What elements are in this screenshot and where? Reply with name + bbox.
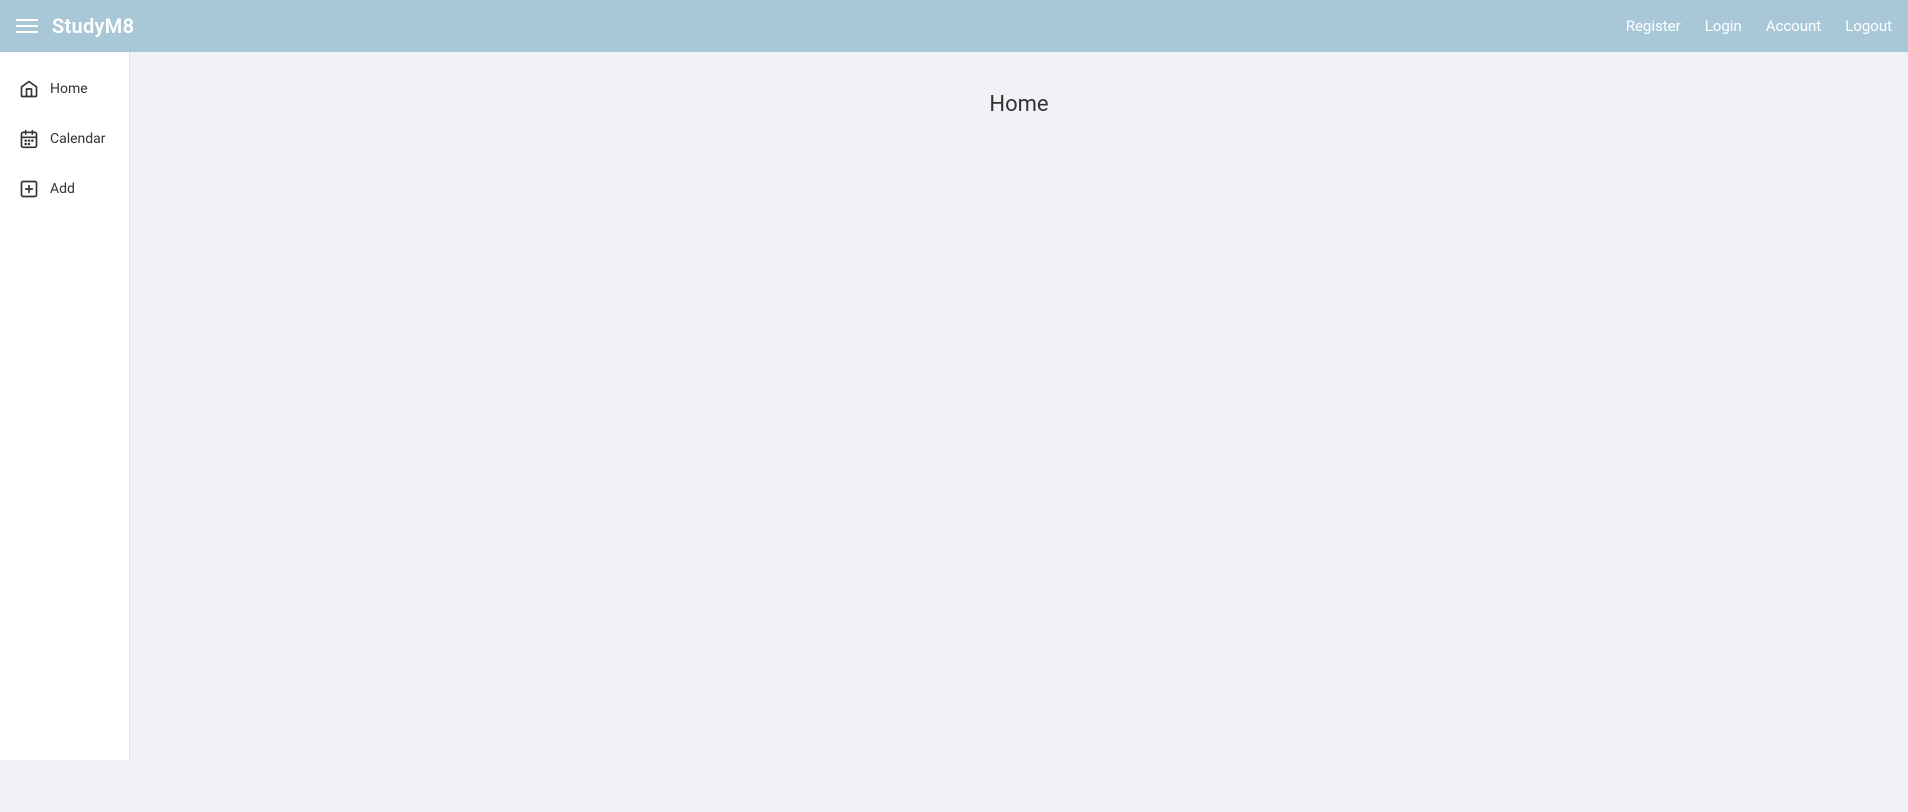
login-link[interactable]: Login: [1705, 17, 1742, 35]
home-icon: [18, 78, 40, 100]
calendar-icon: [18, 128, 40, 150]
sidebar-item-calendar[interactable]: Calendar: [0, 114, 129, 164]
sidebar: Home Calendar: [0, 52, 130, 760]
sidebar-item-add[interactable]: Add: [0, 164, 129, 214]
sidebar-item-home[interactable]: Home: [0, 64, 129, 114]
logout-link[interactable]: Logout: [1845, 17, 1892, 35]
register-link[interactable]: Register: [1626, 17, 1681, 35]
sidebar-item-home-label: Home: [50, 81, 88, 97]
page-title: Home: [989, 92, 1048, 117]
navbar-right: Register Login Account Logout: [1626, 17, 1892, 35]
sidebar-item-add-label: Add: [50, 181, 75, 197]
main-content: Home: [130, 52, 1908, 760]
layout: Home Calendar: [0, 52, 1908, 760]
navbar-left: StudyM8: [16, 14, 134, 38]
add-icon: [18, 178, 40, 200]
account-link[interactable]: Account: [1766, 17, 1822, 35]
hamburger-menu-button[interactable]: [16, 19, 38, 33]
app-title: StudyM8: [52, 14, 134, 38]
sidebar-item-calendar-label: Calendar: [50, 131, 106, 147]
navbar: StudyM8 Register Login Account Logout: [0, 0, 1908, 52]
